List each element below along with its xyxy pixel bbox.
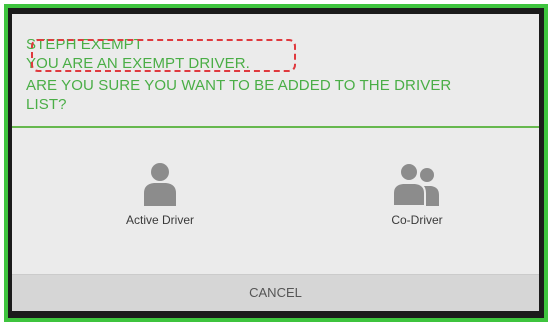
cancel-button[interactable]: CANCEL — [12, 274, 539, 311]
active-driver-option[interactable]: Active Driver — [90, 162, 230, 252]
confirm-question-text: ARE YOU SURE YOU WANT TO BE ADDED TO THE… — [26, 77, 452, 94]
dialog-message: STEPH EXEMPT YOU ARE AN EXEMPT DRIVER. A… — [12, 14, 539, 124]
active-driver-label: Active Driver — [125, 213, 194, 227]
dashed-highlight-annotation — [31, 39, 296, 72]
co-driver-label: Co-Driver — [391, 213, 443, 227]
two-people-icon — [392, 162, 439, 206]
co-driver-option[interactable]: Co-Driver — [347, 162, 487, 252]
add-driver-dialog: STEPH EXEMPT YOU ARE AN EXEMPT DRIVER. A… — [12, 14, 539, 311]
header-divider — [12, 126, 539, 128]
person-icon — [144, 163, 176, 206]
confirm-question-text-continued: LIST? — [26, 96, 67, 113]
